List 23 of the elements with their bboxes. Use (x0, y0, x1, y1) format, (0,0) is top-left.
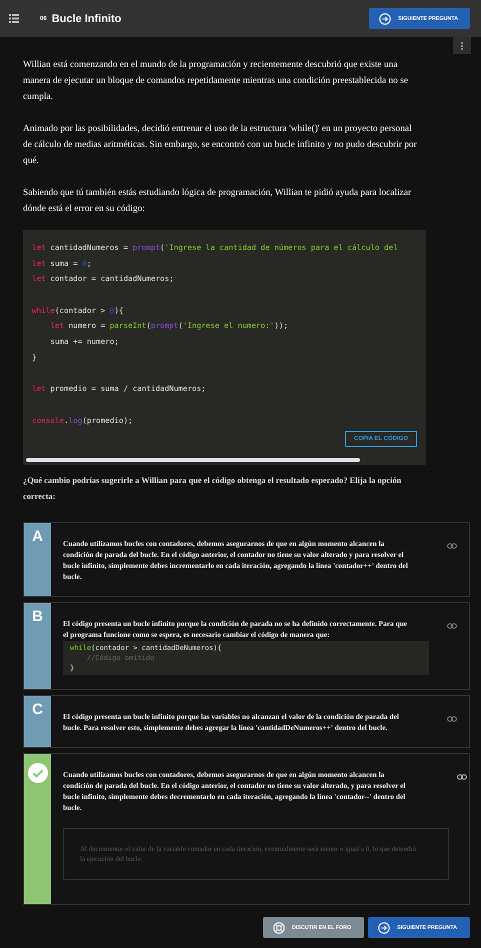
question-prompt: ¿Qué cambio podrías sugerirle a Willian para que el código obtenga el resultado esperado? Elija la opción correcta: (23, 475, 402, 504)
question-paragraph: Sabiendo que tú también estás estudiando lógica de programación, Willian te pidió ayuda para localizar dónde está el error en su código: (23, 187, 412, 216)
option-letter: C (32, 702, 43, 718)
option-letter: A (32, 529, 43, 546)
option-letter: B (32, 609, 43, 626)
question-paragraph: Animado por las posibilidades, decidió entrenar el uso de la estructura 'while()' en un proyecto personal de cálculo de medias aritméticas. Sin embargo, se encontró con un bucle infinito y no pudo descubrir por qué. (23, 123, 418, 168)
answer-option[interactable] (23, 753, 470, 906)
answer-option[interactable] (23, 522, 470, 598)
lifebuoy-icon (273, 922, 286, 934)
hide-icon[interactable] (447, 716, 457, 722)
arrow-circle-icon (379, 12, 392, 24)
question-paragraph: Willian está comenzando en el mundo de la programación y recientemente descubrió que existe una manera de ejecutar un bloque de comandos repetidamente mientras una condición preestablecida no se cumpla. (23, 59, 409, 104)
lesson-title: Bucle Infinito (52, 12, 122, 24)
more-options-button[interactable] (453, 37, 471, 54)
hide-icon[interactable] (447, 623, 457, 630)
hide-icon[interactable] (457, 774, 467, 780)
horizontal-scrollbar[interactable] (26, 458, 360, 462)
answer-option[interactable] (23, 695, 470, 748)
arrow-circle-icon (378, 922, 390, 934)
answer-option[interactable] (23, 602, 470, 690)
list-icon[interactable] (9, 14, 19, 23)
check-circle-icon (28, 763, 48, 784)
hide-icon[interactable] (447, 543, 457, 550)
